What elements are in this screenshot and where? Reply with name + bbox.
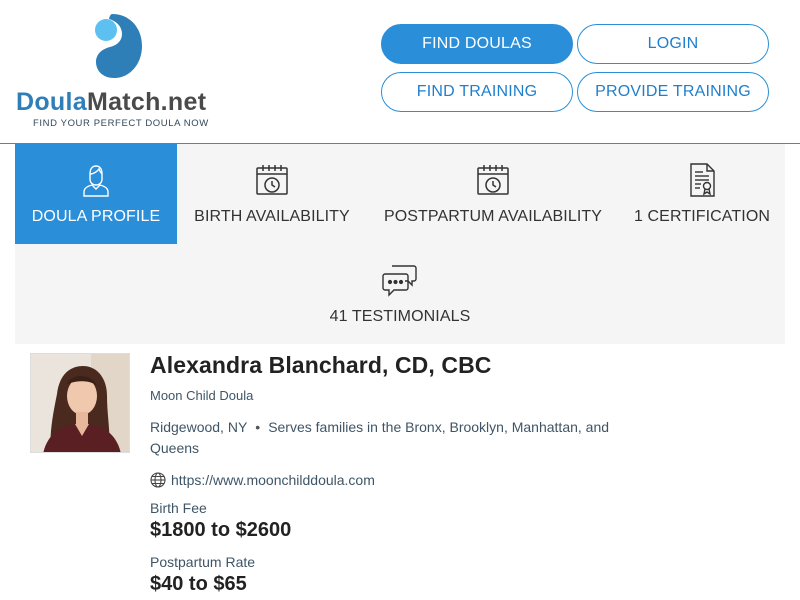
login-button[interactable]: LOGIN — [577, 24, 769, 64]
tab-label: BIRTH AVAILABILITY — [194, 208, 350, 225]
doula-photo — [30, 353, 130, 453]
postpartum-rate-value: $40 to $65 — [150, 573, 247, 595]
postpartum-rate-label: Postpartum Rate — [150, 554, 256, 570]
certificate-icon — [690, 163, 715, 197]
tab-label: 1 CERTIFICATION — [633, 208, 771, 225]
site-logo[interactable]: DoulaMatch.net FIND YOUR PERFECT DOULA N… — [16, 12, 226, 132]
profile-tabs: DOULA PROFILE BIRTH AVAILABILITY POSTPAR… — [15, 144, 785, 344]
logo-word-match: Match.net — [86, 88, 207, 116]
find-training-button[interactable]: FIND TRAINING — [381, 72, 573, 112]
calendar-clock-icon — [477, 165, 509, 195]
calendar-clock-icon — [256, 165, 288, 195]
doula-name: Alexandra Blanchard, CD, CBC — [150, 352, 492, 378]
tab-label: POSTPARTUM AVAILABILITY — [383, 208, 603, 225]
globe-icon — [150, 472, 166, 488]
tab-certification[interactable]: 1 CERTIFICATION — [627, 144, 777, 244]
business-name: Moon Child Doula — [150, 388, 254, 403]
logo-wordmark: DoulaMatch.net — [16, 88, 206, 117]
website-url[interactable]: https://www.moonchilddoula.com — [171, 472, 375, 488]
tab-label: DOULA PROFILE — [31, 208, 161, 225]
website-link[interactable]: https://www.moonchilddoula.com — [150, 472, 375, 488]
logo-mark-icon — [95, 14, 142, 78]
tab-testimonials[interactable]: 41 TESTIMONIALS — [15, 244, 785, 344]
tab-label: 41 TESTIMONIALS — [329, 308, 471, 325]
logo-tagline: FIND YOUR PERFECT DOULA NOW — [33, 118, 209, 129]
person-icon — [83, 165, 109, 197]
logo-word-doula: Doula — [16, 88, 87, 116]
site-header: DoulaMatch.net FIND YOUR PERFECT DOULA N… — [0, 0, 800, 144]
chat-bubbles-icon — [382, 265, 417, 297]
provide-training-button[interactable]: PROVIDE TRAINING — [577, 72, 769, 112]
portrait-image — [31, 354, 129, 452]
separator-dot: • — [255, 419, 261, 435]
birth-fee-value: $1800 to $2600 — [150, 519, 292, 541]
location-text: Ridgewood, NY — [150, 419, 248, 435]
find-doulas-button[interactable]: FIND DOULAS — [381, 24, 573, 64]
location-line: Ridgewood, NY • Serves families in the Bro… — [150, 417, 620, 459]
tab-birth-availability[interactable]: BIRTH AVAILABILITY — [185, 144, 359, 244]
birth-fee-label: Birth Fee — [150, 500, 207, 516]
tab-postpartum-availability[interactable]: POSTPARTUM AVAILABILITY — [370, 144, 616, 244]
tab-doula-profile[interactable]: DOULA PROFILE — [15, 144, 177, 244]
